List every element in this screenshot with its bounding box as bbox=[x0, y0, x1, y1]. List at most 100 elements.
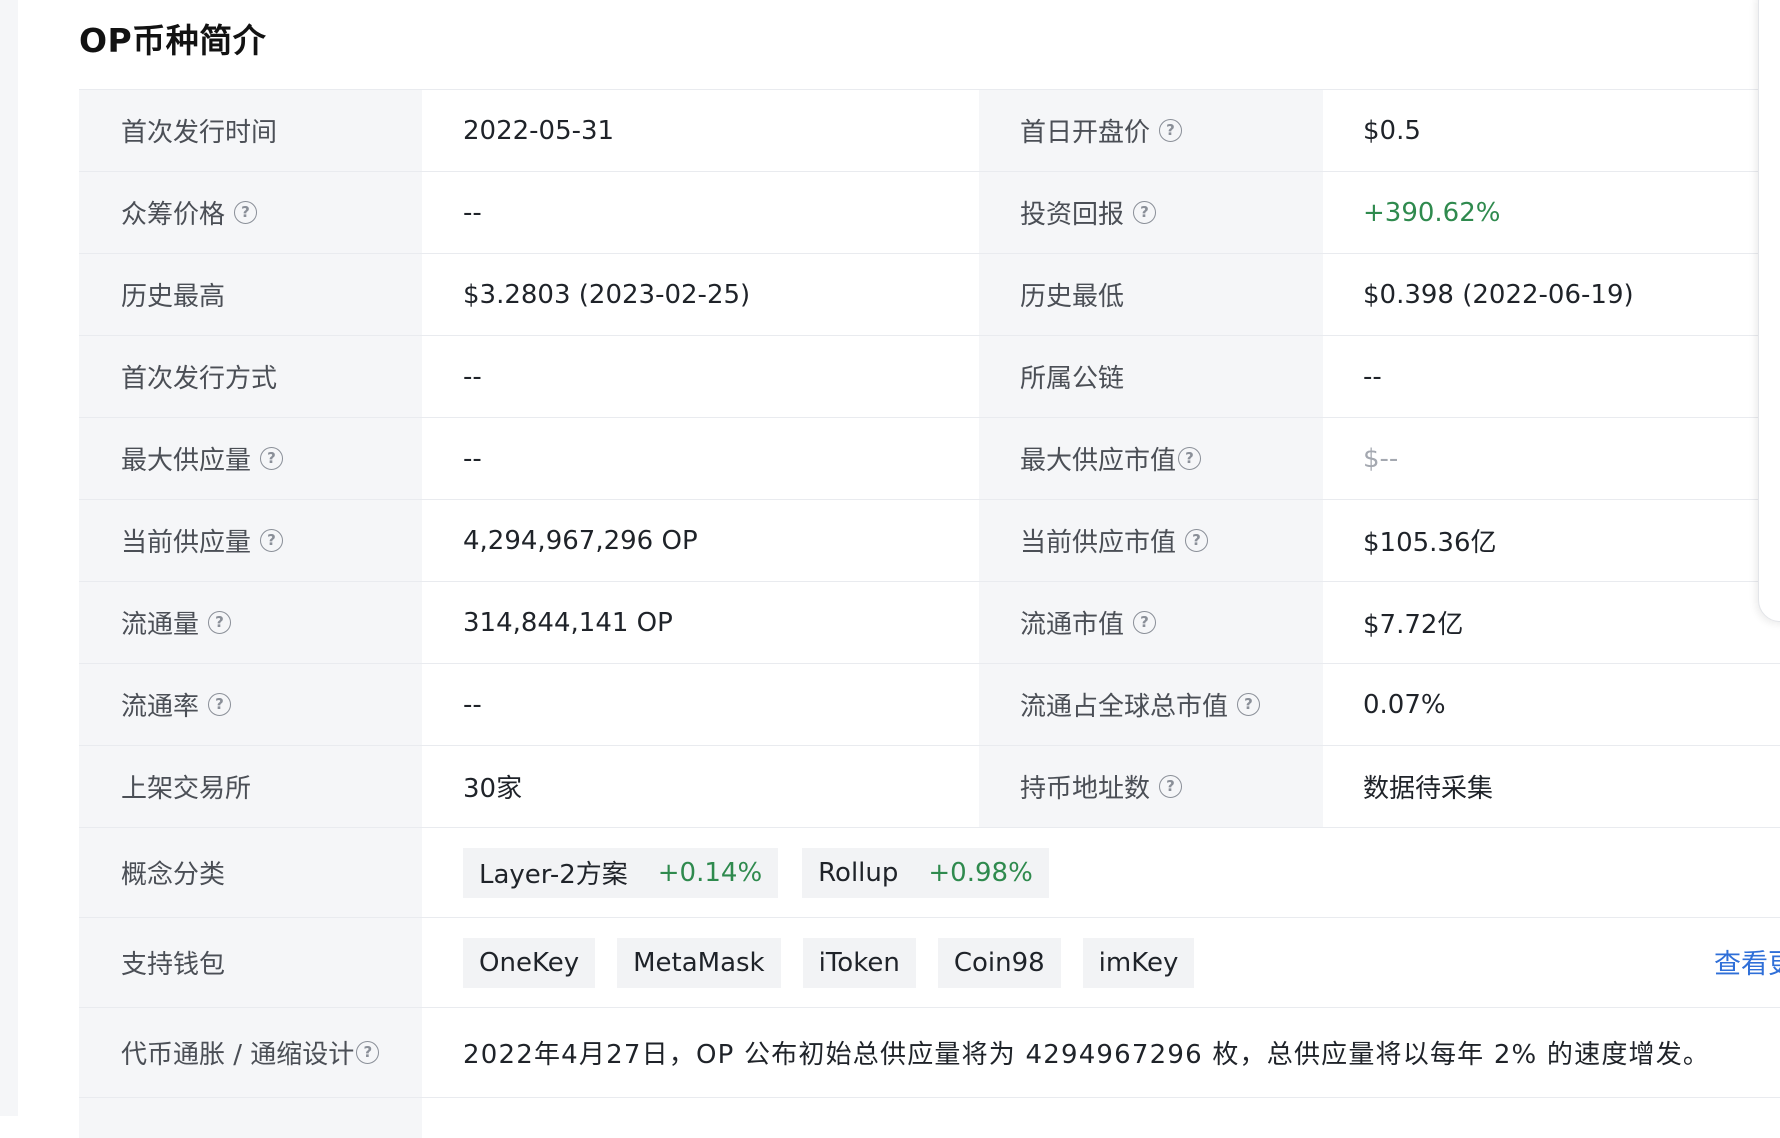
wallet-chip[interactable]: imKey bbox=[1082, 937, 1195, 988]
field-label: 上架交易所 bbox=[79, 746, 422, 827]
field-value: 4,294,967,296 OP bbox=[463, 525, 698, 556]
field-label-text: 历史最低 bbox=[1020, 282, 1125, 312]
concept-label: 概念分类 bbox=[79, 828, 422, 917]
help-icon[interactable]: ? bbox=[1133, 611, 1157, 634]
field-label-text: 持币地址数 bbox=[1020, 774, 1151, 804]
help-icon[interactable]: ? bbox=[1159, 775, 1183, 798]
token-info-table: 首次发行时间 2022-05-31 首日开盘价 ? $0.5 众筹价格 ? --… bbox=[79, 89, 1780, 1138]
inflation-label: 代币通胀 / 通缩设计? bbox=[79, 1008, 422, 1097]
field-value: -- bbox=[1363, 361, 1382, 392]
field-value: +390.62% bbox=[1363, 197, 1501, 228]
field-value: $105.36亿 bbox=[1363, 528, 1497, 558]
field-label: 最大供应量 ? bbox=[79, 418, 422, 499]
wallet-chip[interactable]: Coin98 bbox=[937, 937, 1061, 988]
table-row: 上架交易所 30家 持币地址数 ? 数据待采集 bbox=[79, 746, 1780, 828]
help-icon[interactable]: ? bbox=[260, 447, 284, 470]
field-label-text: 投资回报 bbox=[1020, 200, 1125, 230]
inflation-label-text: 代币通胀 / 通缩设计 bbox=[121, 1040, 355, 1070]
wallet-chips: OneKey MetaMask iToken Coin98 imKey bbox=[422, 918, 1780, 1007]
inflation-row: 代币通胀 / 通缩设计? 2022年4月27日，OP 公布初始总供应量将为 42… bbox=[79, 1008, 1780, 1098]
field-label: 首日开盘价 ? bbox=[979, 90, 1323, 171]
concept-tag-name: Rollup bbox=[818, 857, 899, 888]
help-icon[interactable]: ? bbox=[1185, 529, 1209, 552]
field-label-text: 历史最高 bbox=[121, 282, 226, 312]
field-label: 流通量 ? bbox=[79, 582, 422, 663]
field-label-text: 流通率 bbox=[121, 692, 200, 722]
concept-tag-name: Layer-2方案 bbox=[479, 860, 628, 890]
field-label-text: 最大供应市值 bbox=[1020, 446, 1177, 476]
field-value: 30家 bbox=[463, 774, 523, 804]
field-value: 0.07% bbox=[1363, 689, 1446, 720]
help-icon[interactable]: ? bbox=[234, 201, 258, 224]
field-label-text: 流通占全球总市值 bbox=[1020, 692, 1229, 722]
field-value: 数据待采集 bbox=[1363, 774, 1494, 804]
field-label-text: 流通市值 bbox=[1020, 610, 1125, 640]
field-label: 最大供应市值 ? bbox=[979, 418, 1323, 499]
field-label-text: 首次发行时间 bbox=[121, 118, 278, 148]
concept-tag[interactable]: Layer-2方案 +0.14% bbox=[463, 847, 779, 898]
field-label: 流通率 ? bbox=[79, 664, 422, 745]
field-label: 首次发行时间 bbox=[79, 90, 422, 171]
field-label-text: 所属公链 bbox=[1020, 364, 1125, 394]
table-row: 历史最高 $3.2803 (2023-02-25) 历史最低 $0.398 (2… bbox=[79, 254, 1780, 336]
view-more-wallets-link[interactable]: 查看更多 bbox=[1714, 942, 1780, 981]
left-background-strip bbox=[0, 0, 18, 1116]
field-value: 2022-05-31 bbox=[463, 115, 615, 146]
help-icon[interactable]: ? bbox=[1133, 201, 1157, 224]
field-label-text: 当前供应量 bbox=[121, 528, 252, 558]
help-icon[interactable]: ? bbox=[260, 529, 284, 552]
field-value: -- bbox=[463, 689, 482, 720]
field-label-text: 首日开盘价 bbox=[1020, 118, 1151, 148]
field-label-text: 最大供应量 bbox=[121, 446, 252, 476]
section-title: OP币种简介 bbox=[79, 21, 267, 60]
field-value: $-- bbox=[1363, 443, 1399, 474]
field-label: 流通市值 ? bbox=[979, 582, 1323, 663]
concept-tag-change: +0.98% bbox=[928, 857, 1033, 888]
field-label: 历史最高 bbox=[79, 254, 422, 335]
table-row: 众筹价格 ? -- 投资回报 ? +390.62% bbox=[79, 172, 1780, 254]
field-value: $0.398 (2022-06-19) bbox=[1363, 279, 1634, 310]
field-label-text: 上架交易所 bbox=[121, 774, 252, 804]
table-row: 最大供应量 ? -- 最大供应市值 ? $-- bbox=[79, 418, 1780, 500]
wallet-chip[interactable]: MetaMask bbox=[617, 937, 781, 988]
wallet-label: 支持钱包 bbox=[79, 918, 422, 1007]
help-icon[interactable]: ? bbox=[208, 693, 232, 716]
field-label: 首次发行方式 bbox=[79, 336, 422, 417]
help-icon[interactable]: ? bbox=[208, 611, 232, 634]
field-label-text: 众筹价格 bbox=[121, 200, 226, 230]
field-label: 所属公链 bbox=[979, 336, 1323, 417]
field-value: -- bbox=[463, 197, 482, 228]
field-value: -- bbox=[463, 443, 482, 474]
concept-tag[interactable]: Rollup +0.98% bbox=[802, 847, 1049, 898]
table-row: 流通量 ? 314,844,141 OP 流通市值 ? $7.72亿 bbox=[79, 582, 1780, 664]
help-icon[interactable]: ? bbox=[1237, 693, 1261, 716]
inflation-text: 2022年4月27日，OP 公布初始总供应量将为 4294967296 枚，总供… bbox=[463, 1040, 1711, 1070]
help-icon[interactable]: ? bbox=[356, 1041, 380, 1064]
field-label: 当前供应量 ? bbox=[79, 500, 422, 581]
field-label: 历史最低 bbox=[979, 254, 1323, 335]
field-label: 持币地址数 ? bbox=[979, 746, 1323, 827]
table-row: 首次发行方式 -- 所属公链 -- bbox=[79, 336, 1780, 418]
table-row: 流通率 ? -- 流通占全球总市值 ? 0.07% bbox=[79, 664, 1780, 746]
table-row: 首次发行时间 2022-05-31 首日开盘价 ? $0.5 bbox=[79, 90, 1780, 172]
field-value: 314,844,141 OP bbox=[463, 607, 673, 638]
wallet-chip[interactable]: iToken bbox=[802, 937, 916, 988]
field-label: 投资回报 ? bbox=[979, 172, 1323, 253]
floating-side-panel bbox=[1758, 0, 1780, 622]
help-icon[interactable]: ? bbox=[1178, 447, 1202, 470]
wallet-row: 支持钱包 OneKey MetaMask iToken Coin98 imKey 查看更… bbox=[79, 918, 1780, 1008]
concept-row: 概念分类 Layer-2方案 +0.14% Rollup +0.98% bbox=[79, 828, 1780, 918]
field-label-text: 当前供应市值 bbox=[1020, 528, 1177, 558]
help-icon[interactable]: ? bbox=[1159, 119, 1183, 142]
field-label: 众筹价格 ? bbox=[79, 172, 422, 253]
table-tail-row bbox=[79, 1098, 1780, 1138]
concept-tag-change: +0.14% bbox=[657, 857, 763, 888]
field-label-text: 首次发行方式 bbox=[121, 364, 278, 394]
field-value: $7.72亿 bbox=[1363, 610, 1464, 640]
field-value: $0.5 bbox=[1363, 115, 1421, 146]
field-label-text: 流通量 bbox=[121, 610, 200, 640]
table-row: 当前供应量 ? 4,294,967,296 OP 当前供应市值 ? $105.3… bbox=[79, 500, 1780, 582]
wallet-chip[interactable]: OneKey bbox=[463, 937, 596, 988]
field-value: $3.2803 (2023-02-25) bbox=[463, 279, 751, 310]
concept-tags: Layer-2方案 +0.14% Rollup +0.98% bbox=[422, 828, 1780, 917]
